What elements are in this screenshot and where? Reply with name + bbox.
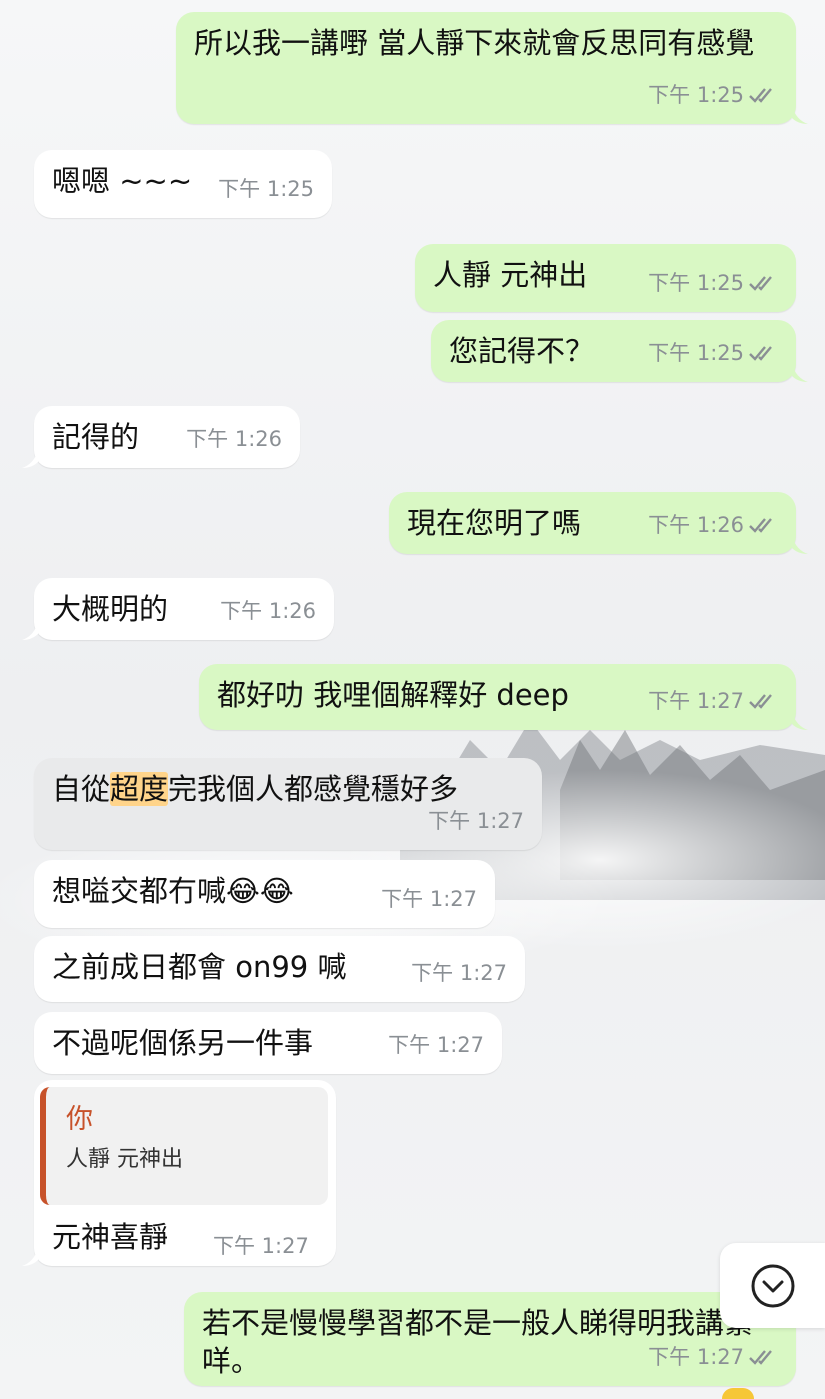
double-check-icon (749, 694, 772, 709)
message-bubble-incoming-selected[interactable]: 自從超度完我個人都感覺穩好多 下午 1:27 (34, 758, 542, 850)
message-time: 下午 1:27 (388, 1033, 484, 1057)
message-meta: 下午 1:25 (648, 76, 778, 114)
message-meta: 下午 1:27 (388, 1026, 484, 1064)
message-meta: 下午 1:27 (381, 880, 477, 918)
message-meta: 下午 1:27 (428, 802, 524, 840)
message-bubble-incoming[interactable]: 大概明的 下午 1:26 (34, 578, 334, 640)
message-bubble-incoming[interactable]: 記得的 下午 1:26 (34, 406, 300, 468)
bubble-tail (22, 622, 38, 640)
message-text: 想嗌交都冇喊 (52, 874, 227, 908)
message-text: 元神喜靜 (52, 1220, 169, 1254)
scroll-to-bottom-button[interactable] (720, 1243, 825, 1328)
quoted-text: 人靜 元神出 (66, 1147, 183, 1172)
message-text: 自從超度完我個人都感覺穩好多 (52, 772, 459, 806)
quoted-reply[interactable]: 你 人靜 元神出 (40, 1087, 328, 1205)
message-time: 下午 1:25 (218, 177, 314, 201)
message-text: 都好叻 我哩個解釋好 deep (217, 678, 569, 712)
message-text: 現在您明了嗎 (407, 506, 582, 540)
message-bubble-outgoing[interactable]: 若不是慢慢學習都不是一般人睇得明我講緊咩。 下午 1:27 (184, 1292, 796, 1386)
message-meta: 下午 1:27 (411, 954, 507, 992)
message-bubble-incoming[interactable]: 想嗌交都冇喊😂😂 下午 1:27 (34, 860, 495, 928)
message-meta: 下午 1:25 (648, 334, 778, 372)
message-text: 所以我一講嘢 當人靜下來就會反思同有感覺 (194, 26, 755, 60)
message-meta: 下午 1:26 (220, 592, 316, 630)
message-time: 下午 1:25 (648, 341, 744, 365)
message-time: 下午 1:27 (213, 1234, 309, 1258)
double-check-icon (749, 518, 772, 533)
message-time: 下午 1:26 (186, 427, 282, 451)
highlighted-text: 超度 (110, 772, 169, 806)
message-time: 下午 1:27 (411, 961, 507, 985)
double-check-icon (749, 276, 772, 291)
message-meta: 下午 1:25 (218, 170, 314, 208)
message-bubble-incoming[interactable]: 不過呢個係另一件事 下午 1:27 (34, 1012, 502, 1074)
chevron-down-icon (751, 1264, 794, 1307)
message-meta: 下午 1:27 (648, 682, 778, 720)
message-text: 嗯嗯 ~~~ (52, 164, 193, 198)
message-bubble-incoming[interactable]: 嗯嗯 ~~~ 下午 1:25 (34, 150, 332, 218)
chat-panel: 所以我一講嘢 當人靜下來就會反思同有感覺 下午 1:25 嗯嗯 ~~~ 下午 1… (0, 0, 825, 1399)
message-time: 下午 1:25 (648, 271, 744, 295)
bubble-tail (22, 450, 38, 468)
message-text: 之前成日都會 on99 喊 (52, 950, 347, 984)
message-time: 下午 1:26 (648, 513, 744, 537)
message-bubble-outgoing[interactable]: 您記得不？ 下午 1:25 (431, 320, 796, 382)
message-meta: 下午 1:26 (648, 506, 778, 544)
message-text: 大概明的 (52, 592, 169, 626)
bubble-tail (792, 106, 808, 124)
message-bubble-outgoing[interactable]: 現在您明了嗎 下午 1:26 (389, 492, 796, 554)
message-bubble-outgoing[interactable]: 人靜 元神出 下午 1:25 (415, 244, 796, 312)
message-text: 記得的 (52, 420, 140, 454)
message-time: 下午 1:27 (648, 1345, 744, 1369)
message-bubble-outgoing[interactable]: 所以我一講嘢 當人靜下來就會反思同有感覺 下午 1:25 (176, 12, 796, 124)
message-time: 下午 1:27 (648, 689, 744, 713)
double-check-icon (749, 88, 772, 103)
bubble-tail (792, 536, 808, 554)
quoted-sender: 你 (66, 1104, 93, 1135)
message-text: 您記得不？ (449, 334, 595, 368)
message-meta: 下午 1:27 (648, 1338, 778, 1376)
message-meta: 下午 1:25 (648, 264, 778, 302)
bubble-tail (792, 712, 808, 730)
message-meta: 下午 1:26 (186, 420, 282, 458)
message-text: 人靜 元神出 (433, 258, 588, 292)
message-time: 下午 1:27 (428, 809, 524, 833)
bubble-tail (22, 1248, 38, 1266)
double-check-icon (749, 346, 772, 361)
message-time: 下午 1:27 (381, 887, 477, 911)
message-time: 下午 1:26 (220, 599, 316, 623)
message-bubble-incoming[interactable]: 之前成日都會 on99 喊 下午 1:27 (34, 936, 525, 1002)
message-bubble-outgoing[interactable]: 都好叻 我哩個解釋好 deep 下午 1:27 (199, 664, 796, 730)
partial-emoji-reaction (722, 1388, 754, 1399)
double-check-icon (749, 1350, 772, 1365)
laughing-emoji: 😂😂 (226, 874, 294, 908)
message-time: 下午 1:25 (648, 83, 744, 107)
message-text: 不過呢個係另一件事 (52, 1026, 314, 1060)
bubble-tail (792, 364, 808, 382)
